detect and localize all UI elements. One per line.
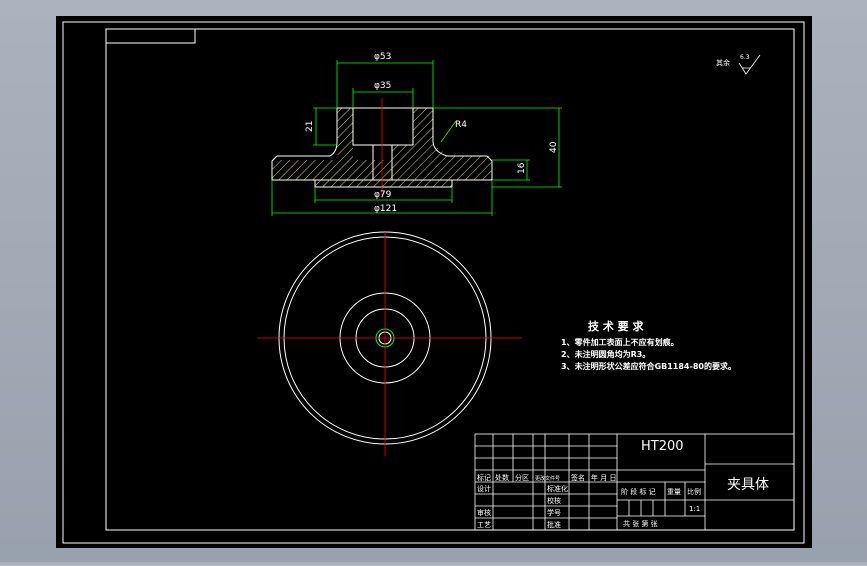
requirement-3: 3、未注明形状公差应符合GB1184-80的要求。 <box>561 361 736 371</box>
scale-value: 1:1 <box>689 505 700 513</box>
part-name: 夹具体 <box>727 477 769 493</box>
dim-d53: φ53 <box>374 52 391 62</box>
dim-h16: 16 <box>517 162 527 174</box>
hdr-count: 处数 <box>495 473 509 482</box>
hdr-change-doc: 更改文件号 <box>535 475 560 482</box>
material: HT200 <box>641 439 684 454</box>
hdr-mark: 标记 <box>477 473 491 482</box>
hdr-date: 年 月 日 <box>591 473 616 482</box>
label-student-id: 学号 <box>547 508 561 517</box>
roughness-label: 其余 <box>716 58 730 67</box>
label-design: 设计 <box>477 484 491 493</box>
dim-d121: φ121 <box>374 204 397 214</box>
label-checker: 校核 <box>547 496 561 505</box>
dim-h40: 40 <box>549 141 559 153</box>
label-process: 工艺 <box>477 521 491 529</box>
dim-r4: R4 <box>455 120 467 130</box>
label-stage: 阶 段 标 记 <box>621 487 656 496</box>
label-check: 审核 <box>477 508 491 517</box>
drawing-paper <box>56 16 812 548</box>
sheets: 共 张 第 张 <box>623 519 658 528</box>
roughness-value: 6.3 <box>740 54 750 61</box>
hdr-sign: 签名 <box>571 473 585 482</box>
label-approve: 批准 <box>547 520 561 529</box>
hdr-zone: 分区 <box>515 473 529 482</box>
label-weight: 重量 <box>667 488 681 496</box>
requirement-2: 2、未注明圆角均为R3。 <box>561 349 650 359</box>
cad-viewport[interactable]: φ53 φ35 φ79 φ121 21 16 40 R4 其余 6.3 技 术 … <box>0 0 867 562</box>
dim-h21: 21 <box>305 121 315 132</box>
dim-d35: φ35 <box>374 81 391 91</box>
requirements-title: 技 术 要 求 <box>588 319 644 333</box>
label-scale: 比例 <box>687 487 701 496</box>
bore <box>352 107 414 146</box>
label-standardize: 标准化 <box>547 484 568 493</box>
requirement-1: 1、零件加工表面上不应有划痕。 <box>561 337 679 347</box>
dim-d79: φ79 <box>374 190 392 200</box>
